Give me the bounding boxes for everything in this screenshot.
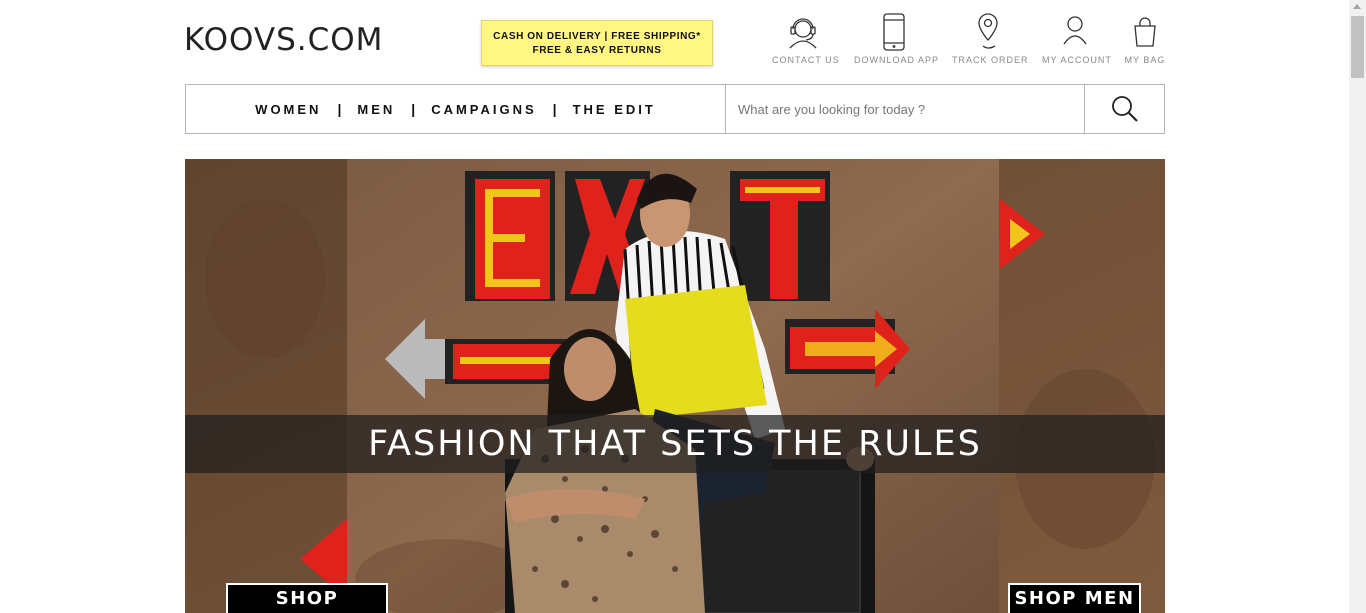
my-bag-link[interactable]: MY BAG [1124,12,1166,65]
mobile-phone-icon [883,13,905,51]
search-button[interactable] [1084,85,1164,133]
promo-line-2: FREE & EASY RETURNS [532,45,662,56]
scroll-up-arrow-icon[interactable] [1353,4,1361,9]
contact-us-link[interactable]: CONTACT US [772,12,840,65]
page-scrollbar[interactable] [1349,0,1366,613]
hero-image [185,159,1165,613]
nav-men[interactable]: MEN [355,102,397,117]
my-account-label: MY ACCOUNT [1042,55,1112,65]
hero-banner[interactable]: FASHION THAT SETS THE RULES SHOP WOMEN S… [185,159,1165,613]
nav-separator: | [337,101,342,117]
nav-campaigns[interactable]: CAMPAIGNS [429,102,538,117]
headset-icon [789,18,817,49]
track-order-link[interactable]: TRACK ORDER [952,12,1029,65]
my-account-link[interactable]: MY ACCOUNT [1042,12,1112,65]
shop-women-button[interactable]: SHOP WOMEN [226,583,388,613]
nav-separator: | [411,101,416,117]
user-icon [1063,16,1087,45]
site-logo[interactable]: KOOVS.COM [184,22,383,58]
search-icon [1111,96,1138,122]
shopping-bag-icon [1134,17,1156,47]
contact-us-label: CONTACT US [772,55,840,65]
nav-separator: | [552,101,557,117]
download-app-label: DOWNLOAD APP [854,55,940,65]
download-app-link[interactable]: DOWNLOAD APP [854,12,940,65]
track-order-label: TRACK ORDER [952,55,1029,65]
location-pin-icon [978,13,998,49]
shop-men-button[interactable]: SHOP MEN [1008,583,1141,613]
promo-line-1: CASH ON DELIVERY | FREE SHIPPING* [493,31,701,42]
promo-banner: CASH ON DELIVERY | FREE SHIPPING* FREE &… [481,20,713,66]
search-input[interactable] [725,85,1084,133]
hero-title: FASHION THAT SETS THE RULES [368,424,982,464]
my-bag-label: MY BAG [1124,55,1166,65]
nav-women[interactable]: WOMEN [253,102,323,117]
main-navigation: WOMEN | MEN | CAMPAIGNS | THE EDIT [185,84,1165,134]
category-links: WOMEN | MEN | CAMPAIGNS | THE EDIT [186,85,725,133]
nav-the-edit[interactable]: THE EDIT [571,102,658,117]
scrollbar-thumb[interactable] [1351,16,1364,78]
